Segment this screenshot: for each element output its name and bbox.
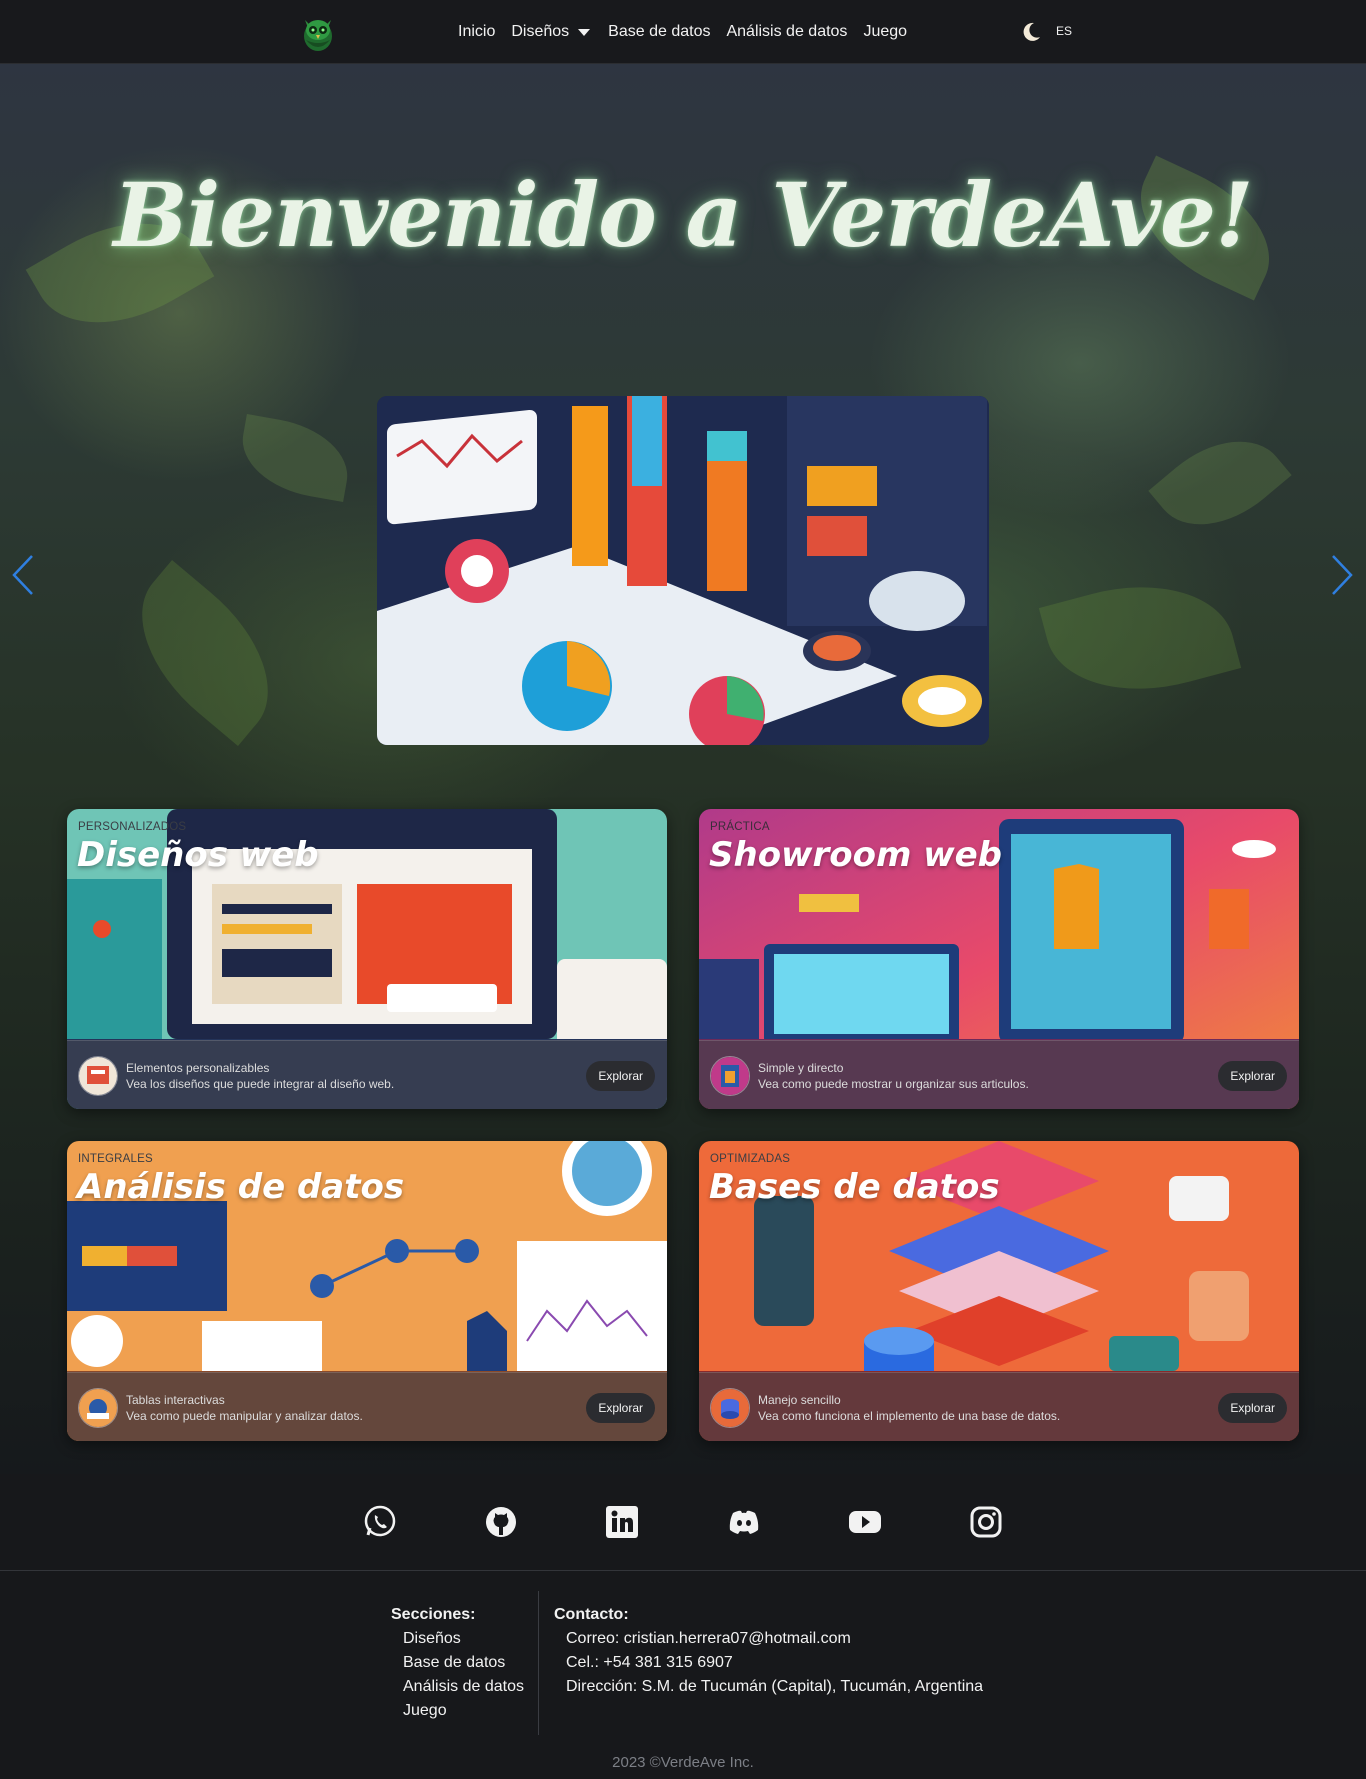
carousel-slide-image[interactable] <box>377 396 989 745</box>
card-title: Bases de datos <box>709 1167 1000 1207</box>
explore-button[interactable]: Explorar <box>586 1393 655 1423</box>
moon-icon[interactable] <box>1020 21 1042 43</box>
card-title: Showroom web <box>709 835 1003 875</box>
explore-button[interactable]: Explorar <box>586 1061 655 1091</box>
card-analisis-de-datos[interactable]: INTEGRALES Análisis de datos Tablas inte… <box>67 1141 667 1441</box>
owl-logo-icon[interactable] <box>296 10 340 54</box>
card-footer: Elementos personalizables Vea los diseño… <box>67 1040 667 1109</box>
foliage-decoration <box>234 413 356 503</box>
dashboard-illustration <box>377 396 989 745</box>
footer-link-disenos[interactable]: Diseños <box>403 1630 461 1648</box>
card-tag: INTEGRALES <box>78 1153 153 1165</box>
card-description: Vea como funciona el implemento de una b… <box>758 1409 1061 1423</box>
github-icon[interactable] <box>483 1504 519 1540</box>
card-subtitle: Manejo sencillo <box>758 1393 841 1407</box>
chevron-down-icon[interactable] <box>578 29 591 36</box>
foliage-decoration <box>1038 561 1242 715</box>
card-disenos-web[interactable]: PERSONALIZADOS Diseños web Elementos per… <box>67 809 667 1109</box>
social-links-bar <box>0 1474 1366 1571</box>
copyright-text: 2023 ©VerdeAve Inc. <box>612 1754 754 1771</box>
carousel-next-icon[interactable] <box>1327 550 1357 600</box>
avatar <box>78 1056 118 1096</box>
card-tag: PRÁCTICA <box>710 821 770 833</box>
footer-link-analisis-de-datos[interactable]: Análisis de datos <box>403 1678 524 1696</box>
footer-link-base-de-datos[interactable]: Base de datos <box>403 1654 505 1672</box>
avatar <box>710 1388 750 1428</box>
card-description: Vea como puede manipular y analizar dato… <box>126 1409 363 1423</box>
avatar <box>78 1388 118 1428</box>
hero-title: Bienvenido a VerdeAve! <box>113 163 1253 267</box>
nav-dropdown-disenos[interactable]: Diseños <box>511 23 591 41</box>
foliage-decoration <box>1148 413 1292 553</box>
nav-link-inicio[interactable]: Inicio <box>458 23 495 41</box>
card-tag: PERSONALIZADOS <box>78 821 187 833</box>
card-footer: Manejo sencillo Vea como funciona el imp… <box>699 1372 1299 1441</box>
instagram-icon[interactable] <box>968 1504 1004 1540</box>
explore-button[interactable]: Explorar <box>1218 1393 1287 1423</box>
card-tag: OPTIMIZADAS <box>710 1153 791 1165</box>
card-showroom-web[interactable]: PRÁCTICA Showroom web Simple y directo V… <box>699 809 1299 1109</box>
carousel-prev-icon[interactable] <box>8 550 38 600</box>
linkedin-icon[interactable] <box>604 1504 640 1540</box>
contact-heading: Contacto: <box>554 1606 629 1623</box>
nav-link-base-de-datos[interactable]: Base de datos <box>608 23 710 41</box>
nav-link-juego[interactable]: Juego <box>863 23 907 41</box>
card-title: Diseños web <box>77 835 319 875</box>
contact-email[interactable]: Correo: cristian.herrera07@hotmail.com <box>566 1630 851 1648</box>
contact-address: Dirección: S.M. de Tucumán (Capital), Tu… <box>566 1678 984 1695</box>
card-subtitle: Elementos personalizables <box>126 1061 270 1075</box>
foliage-decoration <box>107 560 303 746</box>
discord-icon[interactable] <box>726 1504 762 1540</box>
footer-divider <box>538 1591 539 1735</box>
card-subtitle: Simple y directo <box>758 1061 844 1075</box>
card-description: Vea los diseños que puede integrar al di… <box>126 1077 395 1091</box>
hero-section: Bienvenido a VerdeAve! PERSONALIZADOS Di… <box>0 63 1366 1474</box>
card-footer: Tablas interactivas Vea como puede manip… <box>67 1372 667 1441</box>
card-subtitle: Tablas interactivas <box>126 1393 225 1407</box>
nav-link-analisis-de-datos[interactable]: Análisis de datos <box>726 23 847 41</box>
card-description: Vea como puede mostrar u organizar sus a… <box>758 1077 1029 1091</box>
language-toggle[interactable]: ES <box>1056 24 1072 38</box>
footer-link-juego[interactable]: Juego <box>403 1702 447 1720</box>
avatar <box>710 1056 750 1096</box>
card-footer: Simple y directo Vea como puede mostrar … <box>699 1040 1299 1109</box>
page-footer: Secciones: Diseños Base de datos Análisi… <box>0 1571 1366 1779</box>
contact-phone: Cel.: +54 381 315 6907 <box>566 1654 733 1671</box>
nav-links: Inicio Diseños Base de datos Análisis de… <box>458 0 923 63</box>
whatsapp-icon[interactable] <box>362 1504 398 1540</box>
sections-heading: Secciones: <box>391 1606 476 1623</box>
card-title: Análisis de datos <box>77 1167 405 1207</box>
card-bases-de-datos[interactable]: OPTIMIZADAS Bases de datos Manejo sencil… <box>699 1141 1299 1441</box>
youtube-icon[interactable] <box>847 1504 883 1540</box>
explore-button[interactable]: Explorar <box>1218 1061 1287 1091</box>
nav-link-disenos[interactable]: Diseños <box>511 23 569 41</box>
top-navbar: Inicio Diseños Base de datos Análisis de… <box>0 0 1366 64</box>
